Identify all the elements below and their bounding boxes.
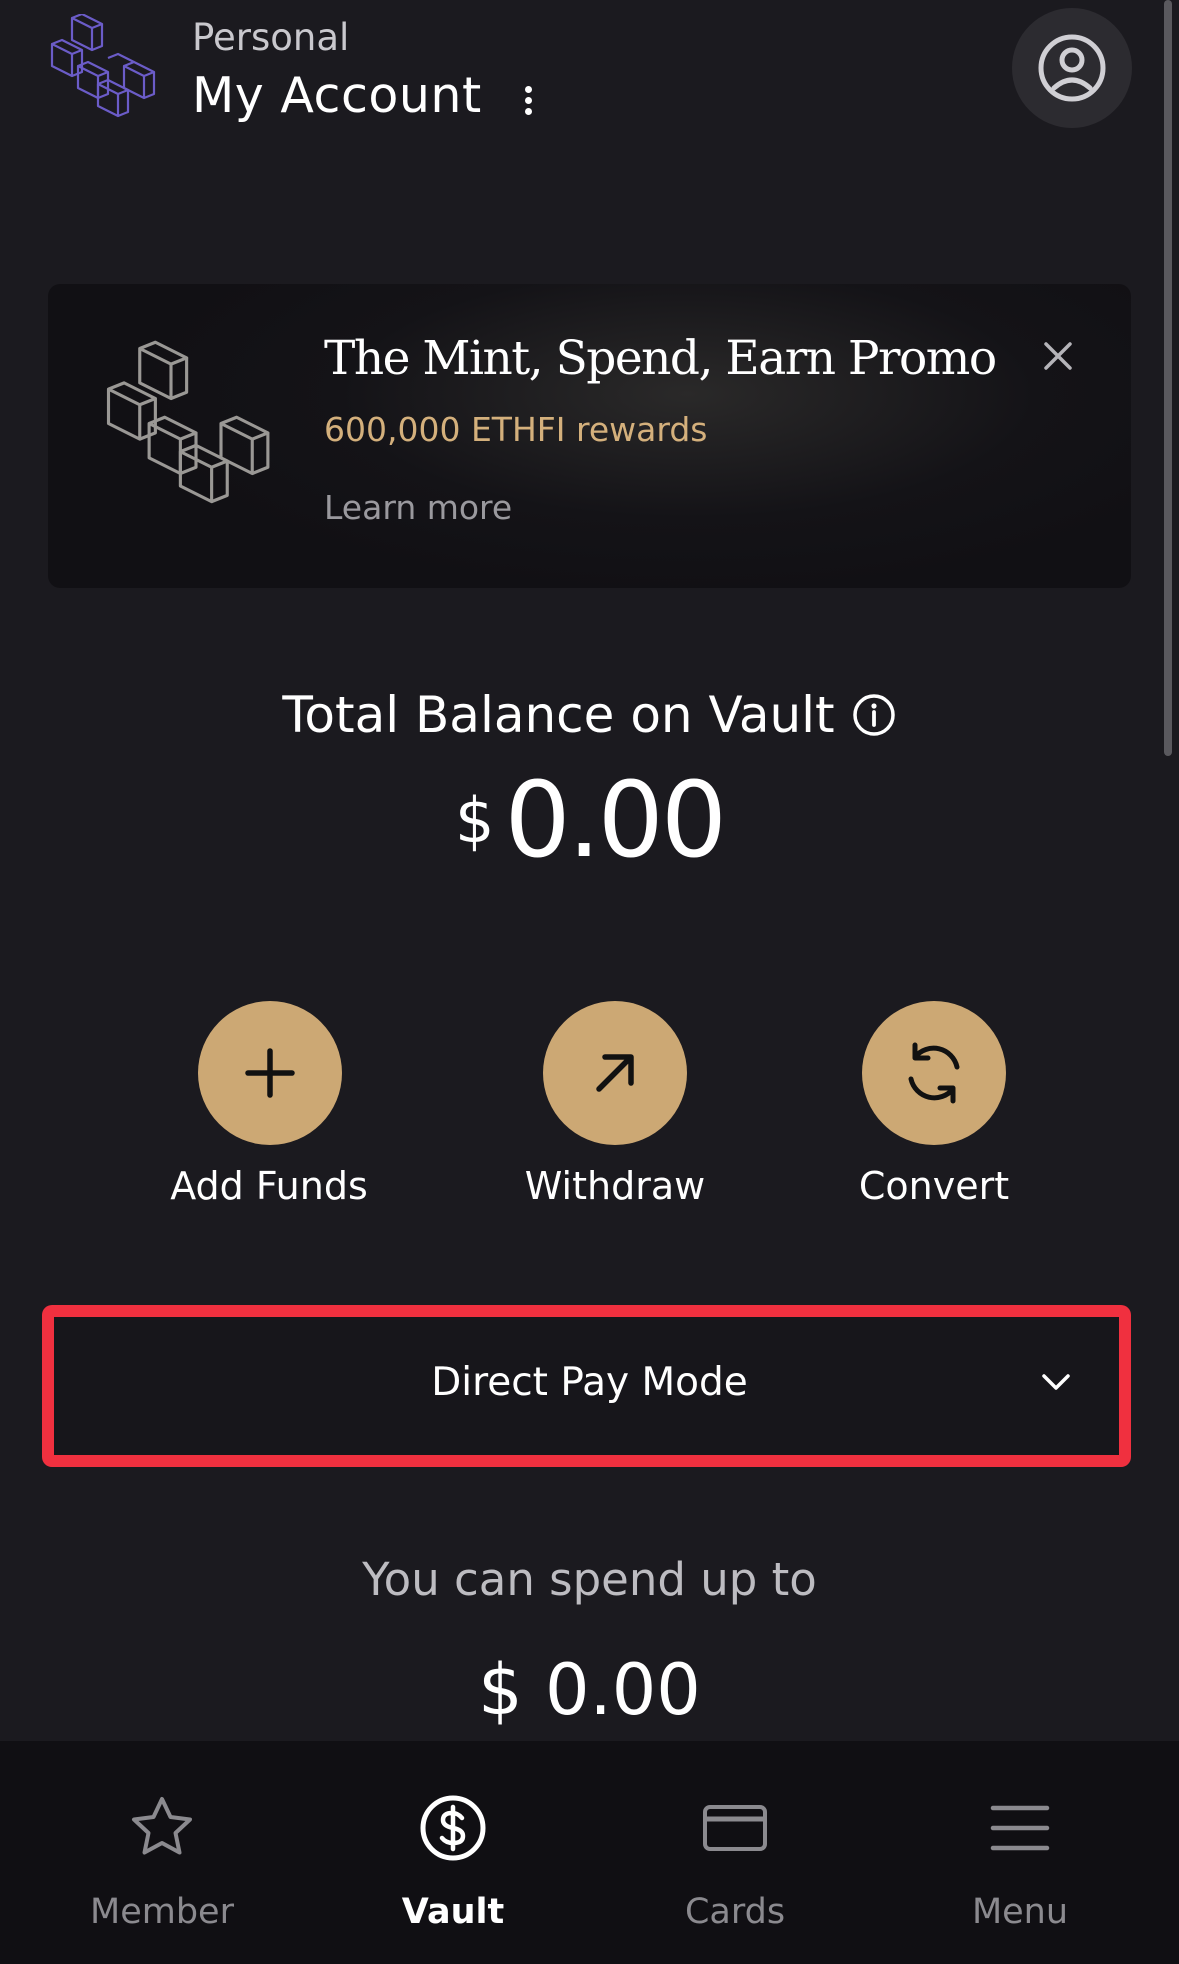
nav-label-member: Member	[90, 1892, 234, 1932]
dot	[525, 108, 532, 115]
payment-mode-value[interactable]: Direct Pay Mode	[0, 1358, 1179, 1408]
nav-label-menu: Menu	[971, 1892, 1069, 1932]
promo-title: The Mint, Spend, Earn Promo	[324, 331, 997, 386]
menu-icon	[990, 1805, 1050, 1851]
profile-button[interactable]	[1012, 8, 1132, 128]
convert-label[interactable]: Convert	[774, 1162, 1094, 1210]
plus-icon	[245, 1048, 295, 1098]
balance-amount: 0.00	[504, 759, 727, 881]
close-icon[interactable]	[1038, 336, 1078, 376]
bottom-nav: Member Vault Cards Menu	[0, 1741, 1179, 1964]
convert-button[interactable]	[862, 1001, 1006, 1145]
spend-limit-amount: $ 0.00	[478, 1649, 701, 1731]
user-circle-icon	[1038, 34, 1106, 102]
nav-label-cards: Cards	[684, 1892, 786, 1932]
refresh-icon	[908, 1042, 960, 1104]
app-logo-icon	[50, 14, 156, 118]
account-type-label: Personal	[192, 16, 350, 59]
account-name[interactable]: My Account	[192, 66, 482, 126]
balance-label-row: Total Balance on Vault	[0, 680, 1179, 750]
dollar-circle-icon	[420, 1795, 486, 1861]
withdraw-label[interactable]: Withdraw	[455, 1162, 775, 1210]
chevron-down-icon[interactable]	[1038, 1370, 1074, 1394]
more-options-button[interactable]	[512, 80, 544, 120]
balance-amount-row: $ 0.00	[0, 760, 1179, 880]
nav-label-vault: Vault	[401, 1892, 505, 1932]
dot	[525, 86, 532, 93]
add-funds-label[interactable]: Add Funds	[109, 1162, 429, 1210]
nav-item-cards[interactable]: Cards	[588, 1741, 882, 1964]
promo-subtitle: 600,000 ETHFI rewards	[324, 410, 708, 449]
scrollbar[interactable]	[1164, 0, 1172, 756]
nav-item-member[interactable]: Member	[15, 1741, 309, 1964]
spend-limit-label: You can spend up to	[362, 1553, 817, 1606]
arrow-up-right-icon	[596, 1054, 634, 1092]
withdraw-button[interactable]	[543, 1001, 687, 1145]
nav-item-vault[interactable]: Vault	[306, 1741, 600, 1964]
balance-currency: $	[454, 784, 495, 857]
balance-label: Total Balance on Vault	[282, 686, 835, 744]
star-icon	[132, 1797, 192, 1855]
learn-more-link[interactable]: Learn more	[324, 488, 512, 528]
dot	[525, 97, 532, 104]
add-funds-button[interactable]	[198, 1001, 342, 1145]
nav-item-menu[interactable]: Menu	[873, 1741, 1167, 1964]
promo-logo-icon	[106, 340, 270, 504]
info-icon[interactable]	[851, 692, 897, 738]
card-icon	[703, 1805, 767, 1851]
